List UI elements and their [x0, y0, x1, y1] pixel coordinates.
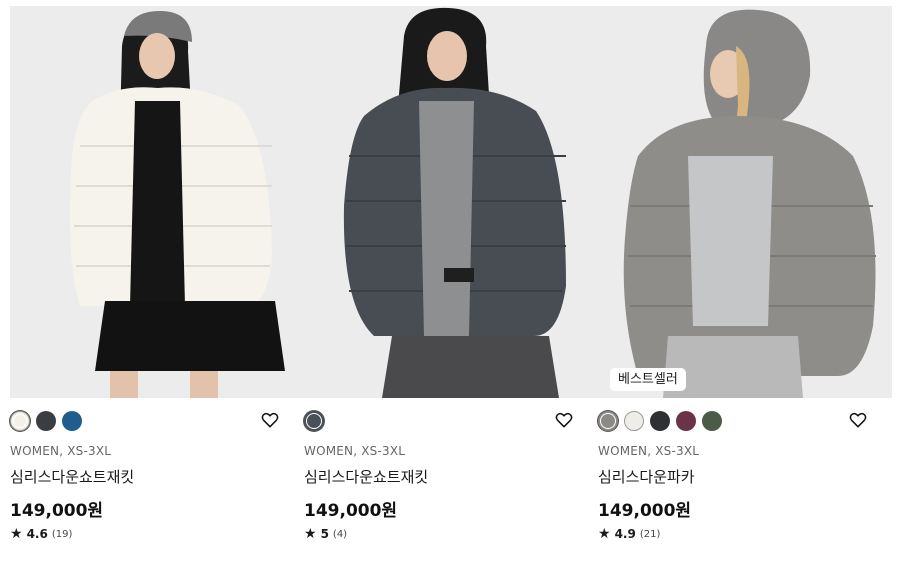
rating-score: 5 — [320, 527, 329, 541]
product-rating: ★ 4.6 (19) — [10, 527, 72, 541]
star-icon: ★ — [598, 526, 611, 542]
color-swatches — [10, 410, 82, 432]
product-price: 149,000원 — [10, 501, 104, 521]
color-swatch[interactable] — [650, 411, 670, 431]
color-swatches — [304, 410, 324, 432]
product-card[interactable]: WOMEN, XS-3XL 심리스다운쇼트재킷 149,000원 ★ 4.6 (… — [10, 0, 304, 561]
star-icon: ★ — [304, 526, 317, 542]
color-swatch[interactable] — [702, 411, 722, 431]
product-price: 149,000원 — [304, 501, 398, 521]
product-price: 149,000원 — [598, 501, 692, 521]
color-swatch[interactable] — [676, 411, 696, 431]
product-meta: WOMEN, XS-3XL — [10, 444, 112, 458]
product-image[interactable]: 베스트셀러 — [598, 6, 892, 398]
heart-outline-icon[interactable] — [848, 410, 868, 430]
product-image[interactable] — [10, 6, 304, 398]
product-name[interactable]: 심리스다운쇼트재킷 — [10, 466, 134, 487]
product-photo-white-puffer — [10, 6, 304, 398]
color-swatches — [598, 410, 722, 432]
product-photo-dark-gray-jacket — [304, 6, 598, 398]
color-swatch[interactable] — [304, 411, 324, 431]
color-swatch[interactable] — [10, 411, 30, 431]
product-rating: ★ 5 (4) — [304, 527, 347, 541]
product-meta: WOMEN, XS-3XL — [598, 444, 700, 458]
review-count: (19) — [51, 528, 73, 540]
color-swatch[interactable] — [598, 411, 618, 431]
bestseller-badge: 베스트셀러 — [610, 368, 686, 391]
product-photo-gray-parka — [598, 6, 892, 398]
color-swatch[interactable] — [36, 411, 56, 431]
product-rating: ★ 4.9 (21) — [598, 527, 660, 541]
product-name[interactable]: 심리스다운쇼트재킷 — [304, 466, 428, 487]
rating-score: 4.6 — [26, 527, 48, 541]
color-swatch[interactable] — [62, 411, 82, 431]
heart-outline-icon[interactable] — [260, 410, 280, 430]
review-count: (4) — [332, 528, 348, 540]
rating-score: 4.9 — [614, 527, 636, 541]
star-icon: ★ — [10, 526, 23, 542]
product-name[interactable]: 심리스다운파카 — [598, 466, 695, 487]
heart-outline-icon[interactable] — [554, 410, 574, 430]
color-swatch[interactable] — [624, 411, 644, 431]
product-meta: WOMEN, XS-3XL — [304, 444, 406, 458]
review-count: (21) — [639, 528, 661, 540]
product-card[interactable]: WOMEN, XS-3XL 심리스다운쇼트재킷 149,000원 ★ 5 (4) — [304, 0, 598, 561]
product-image[interactable] — [304, 6, 598, 398]
product-card[interactable]: 베스트셀러 WOMEN, XS-3XL 심리스다운파카 149,000원 ★ 4… — [598, 0, 892, 561]
